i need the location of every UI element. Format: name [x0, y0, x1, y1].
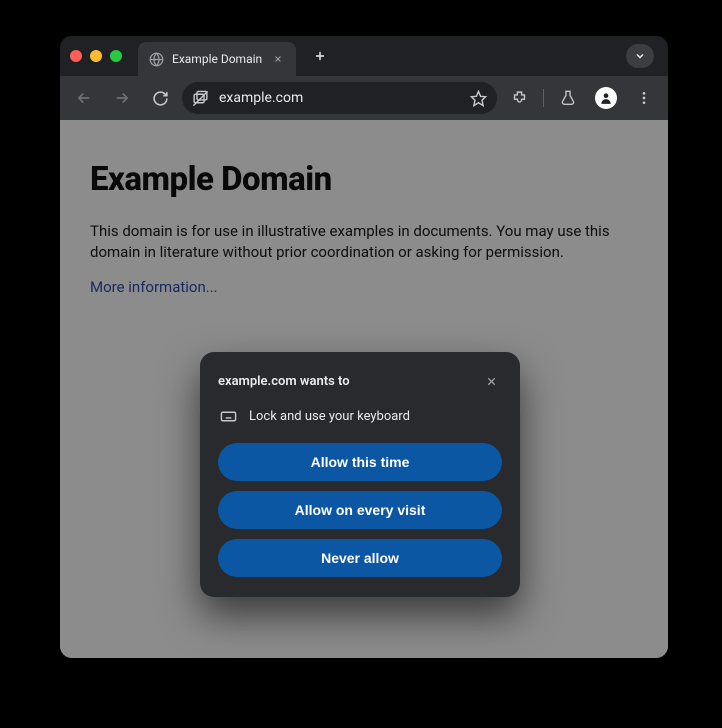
back-button[interactable]: [68, 82, 100, 114]
content-area: Example Domain This domain is for use in…: [60, 120, 668, 658]
browser-window: Example Domain: [60, 36, 668, 658]
globe-icon: [148, 51, 164, 67]
toolbar: example.com: [60, 76, 668, 120]
tab-close-button[interactable]: [270, 51, 286, 67]
new-tab-button[interactable]: [306, 42, 334, 70]
allow-this-time-button[interactable]: Allow this time: [218, 443, 502, 481]
permission-reason-row: Lock and use your keyboard: [218, 408, 502, 425]
titlebar: Example Domain: [60, 36, 668, 76]
never-allow-button[interactable]: Never allow: [218, 539, 502, 577]
profile-button[interactable]: [590, 82, 622, 114]
extensions-button[interactable]: [503, 82, 535, 114]
url-text: example.com: [219, 90, 460, 106]
permission-title: example.com wants to: [218, 374, 350, 389]
browser-tab[interactable]: Example Domain: [138, 42, 296, 76]
window-fullscreen-button[interactable]: [110, 50, 122, 62]
address-bar[interactable]: example.com: [182, 82, 497, 114]
site-badge-icon[interactable]: [192, 90, 209, 107]
allow-every-visit-button[interactable]: Allow on every visit: [218, 491, 502, 529]
window-minimize-button[interactable]: [90, 50, 102, 62]
traffic-lights: [70, 50, 122, 62]
window-close-button[interactable]: [70, 50, 82, 62]
menu-button[interactable]: [628, 82, 660, 114]
forward-button[interactable]: [106, 82, 138, 114]
labs-button[interactable]: [552, 82, 584, 114]
tab-search-button[interactable]: [626, 44, 654, 68]
permission-header: example.com wants to: [218, 370, 502, 392]
permission-close-button[interactable]: [480, 370, 502, 392]
reload-button[interactable]: [144, 82, 176, 114]
permission-reason-text: Lock and use your keyboard: [249, 409, 410, 424]
toolbar-separator: [543, 89, 544, 107]
bookmark-star-icon[interactable]: [470, 90, 487, 107]
tab-title: Example Domain: [172, 52, 262, 66]
permission-dialog: example.com wants to Lock and use your k…: [200, 352, 520, 597]
keyboard-icon: [220, 408, 237, 425]
